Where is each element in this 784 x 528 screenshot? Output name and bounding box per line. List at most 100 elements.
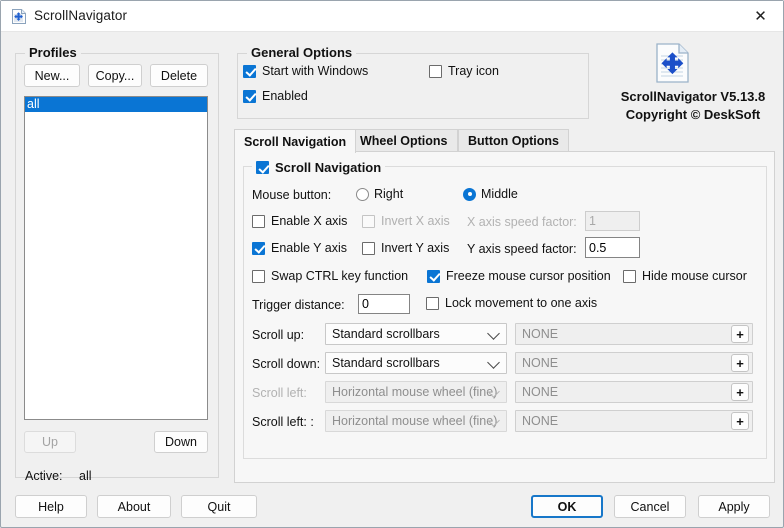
- list-item[interactable]: all: [25, 97, 207, 112]
- scroll-right-method-combo[interactable]: Horizontal mouse wheel (fine): [325, 410, 507, 432]
- delete-profile-button[interactable]: Delete: [150, 64, 208, 87]
- scroll-right-add-hotkey-button[interactable]: +: [731, 412, 749, 430]
- mouse-button-right-label: Right: [374, 187, 404, 201]
- window-title: ScrollNavigator: [34, 8, 128, 23]
- checkbox-box: [362, 214, 375, 228]
- scroll-up-hotkey-field[interactable]: NONE +: [515, 323, 753, 345]
- copy-profile-button[interactable]: Copy...: [88, 64, 142, 87]
- enable-y-axis-checkbox[interactable]: Enable Y axis: [252, 241, 347, 255]
- scroll-left-label: Scroll left:: [252, 386, 307, 400]
- move-profile-down-button[interactable]: Down: [154, 431, 208, 453]
- invert-y-axis-label: Invert Y axis: [381, 241, 450, 255]
- tab-wheel-options[interactable]: Wheel Options: [350, 129, 458, 152]
- scroll-down-hotkey-field[interactable]: NONE +: [515, 352, 753, 374]
- y-axis-speed-factor-label: Y axis speed factor:: [467, 242, 577, 256]
- freeze-cursor-label: Freeze mouse cursor position: [446, 269, 611, 283]
- checkbox-box: [252, 214, 265, 228]
- scrollnavigator-logo-icon: [654, 42, 692, 84]
- hide-mouse-cursor-checkbox[interactable]: Hide mouse cursor: [623, 269, 747, 283]
- lock-movement-label: Lock movement to one axis: [445, 296, 598, 310]
- trigger-distance-input[interactable]: [358, 294, 410, 314]
- x-axis-speed-factor-input[interactable]: [585, 211, 640, 231]
- checkbox-box: [252, 241, 265, 255]
- product-version-text: ScrollNavigator V5.13.8: [620, 89, 766, 104]
- cancel-button[interactable]: Cancel: [614, 495, 686, 518]
- scroll-up-method-value: Standard scrollbars: [332, 327, 440, 341]
- help-button[interactable]: Help: [15, 495, 87, 518]
- close-icon[interactable]: ✕: [738, 1, 783, 31]
- mouse-button-middle-label: Middle: [481, 187, 518, 201]
- checkbox-box: [427, 269, 440, 283]
- scroll-up-hotkey-value: NONE: [522, 327, 559, 341]
- scroll-left-hotkey-field[interactable]: NONE +: [515, 381, 753, 403]
- invert-x-axis-label: Invert X axis: [381, 214, 450, 228]
- mouse-button-right-radio[interactable]: Right: [356, 187, 403, 201]
- profiles-listbox[interactable]: all: [24, 96, 208, 420]
- scroll-right-method-value: Horizontal mouse wheel (fine): [332, 414, 498, 428]
- scroll-up-add-hotkey-button[interactable]: +: [731, 325, 749, 343]
- scrollnavigator-window: ScrollNavigator ✕ Profiles New... Copy..…: [0, 0, 784, 528]
- trigger-distance-label: Trigger distance:: [252, 298, 345, 312]
- general-options-group: General Options: [237, 45, 589, 119]
- about-button[interactable]: About: [97, 495, 171, 518]
- active-profile-label: Active:: [25, 469, 63, 483]
- enable-x-axis-label: Enable X axis: [271, 214, 348, 228]
- tab-scroll-navigation[interactable]: Scroll Navigation: [234, 129, 357, 153]
- scroll-down-label: Scroll down:: [252, 357, 321, 371]
- scroll-navigation-group-checkbox[interactable]: Scroll Navigation: [252, 160, 386, 175]
- general-options-group-title: General Options: [247, 45, 357, 60]
- chevron-down-icon: [487, 356, 500, 369]
- tray-icon-label: Tray icon: [448, 64, 499, 78]
- scroll-right-hotkey-field[interactable]: NONE +: [515, 410, 753, 432]
- chevron-down-icon: [487, 327, 500, 340]
- apply-button[interactable]: Apply: [698, 495, 770, 518]
- scroll-right-label: Scroll left: :: [252, 415, 314, 429]
- tray-icon-checkbox[interactable]: Tray icon: [429, 64, 499, 78]
- start-with-windows-label: Start with Windows: [262, 64, 369, 78]
- scroll-up-method-combo[interactable]: Standard scrollbars: [325, 323, 507, 345]
- enabled-label: Enabled: [262, 89, 308, 103]
- scroll-down-hotkey-value: NONE: [522, 356, 559, 370]
- start-with-windows-checkbox[interactable]: Start with Windows: [243, 64, 368, 78]
- freeze-cursor-checkbox[interactable]: Freeze mouse cursor position: [427, 269, 611, 283]
- y-axis-speed-factor-input[interactable]: [585, 237, 640, 258]
- active-profile-value: all: [79, 469, 92, 483]
- scroll-left-method-combo[interactable]: Horizontal mouse wheel (fine): [325, 381, 507, 403]
- scroll-left-method-value: Horizontal mouse wheel (fine): [332, 385, 498, 399]
- title-bar: ScrollNavigator ✕: [1, 1, 783, 32]
- new-profile-button[interactable]: New...: [24, 64, 80, 87]
- scroll-navigation-group-title: Scroll Navigation: [275, 160, 382, 175]
- scroll-left-add-hotkey-button[interactable]: +: [731, 383, 749, 401]
- invert-y-axis-checkbox[interactable]: Invert Y axis: [362, 241, 449, 255]
- quit-button[interactable]: Quit: [181, 495, 257, 518]
- enabled-checkbox[interactable]: Enabled: [243, 89, 308, 103]
- checkbox-box: [243, 64, 256, 78]
- radio-circle: [463, 187, 476, 201]
- checkbox-box: [623, 269, 636, 283]
- swap-ctrl-key-checkbox[interactable]: Swap CTRL key function: [252, 269, 408, 283]
- scroll-left-hotkey-value: NONE: [522, 385, 559, 399]
- checkbox-box: [429, 64, 442, 78]
- mouse-button-label: Mouse button:: [252, 188, 332, 202]
- scroll-right-hotkey-value: NONE: [522, 414, 559, 428]
- scroll-down-method-combo[interactable]: Standard scrollbars: [325, 352, 507, 374]
- ok-button[interactable]: OK: [531, 495, 603, 518]
- checkbox-box: [426, 296, 439, 310]
- move-profile-up-button[interactable]: Up: [24, 431, 76, 453]
- swap-ctrl-key-label: Swap CTRL key function: [271, 269, 409, 283]
- invert-x-axis-checkbox[interactable]: Invert X axis: [362, 214, 450, 228]
- checkbox-box: [243, 89, 256, 103]
- hide-mouse-cursor-label: Hide mouse cursor: [642, 269, 747, 283]
- lock-movement-checkbox[interactable]: Lock movement to one axis: [426, 296, 597, 310]
- x-axis-speed-factor-label: X axis speed factor:: [467, 215, 577, 229]
- profiles-group-title: Profiles: [25, 45, 81, 60]
- mouse-button-middle-radio[interactable]: Middle: [463, 187, 518, 201]
- checkbox-box: [256, 161, 269, 174]
- scroll-down-method-value: Standard scrollbars: [332, 356, 440, 370]
- tab-button-options[interactable]: Button Options: [458, 129, 569, 152]
- enable-x-axis-checkbox[interactable]: Enable X axis: [252, 214, 347, 228]
- checkbox-box: [252, 269, 265, 283]
- scroll-down-add-hotkey-button[interactable]: +: [731, 354, 749, 372]
- scrollnavigator-document-icon: [11, 8, 28, 25]
- radio-circle: [356, 187, 369, 201]
